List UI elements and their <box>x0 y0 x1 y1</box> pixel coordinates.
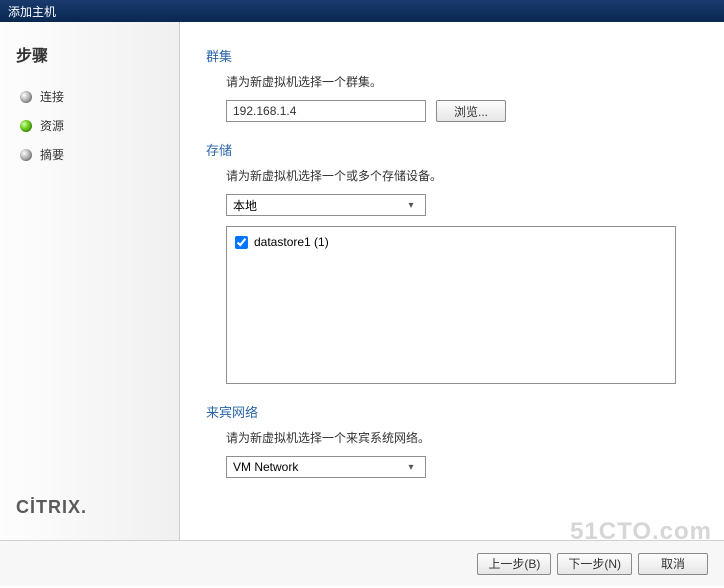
bullet-icon <box>20 149 32 161</box>
storage-dropdown[interactable]: 本地 ▾ <box>226 194 426 216</box>
cancel-button[interactable]: 取消 <box>638 553 708 575</box>
network-title: 来宾网络 <box>206 402 698 421</box>
back-button[interactable]: 上一步(B) <box>477 553 551 575</box>
browse-button[interactable]: 浏览... <box>436 100 506 122</box>
titlebar: 添加主机 <box>0 0 724 22</box>
storage-list: datastore1 (1) <box>226 226 676 384</box>
step-connection[interactable]: 连接 <box>16 84 163 109</box>
storage-item[interactable]: datastore1 (1) <box>235 233 667 251</box>
storage-checkbox[interactable] <box>235 236 248 249</box>
cluster-title: 群集 <box>206 46 698 65</box>
next-button[interactable]: 下一步(N) <box>557 553 632 575</box>
step-label: 摘要 <box>40 146 64 163</box>
cluster-value: 192.168.1.4 <box>233 104 296 118</box>
cluster-desc: 请为新虚拟机选择一个群集。 <box>226 73 698 90</box>
step-label: 资源 <box>40 117 64 134</box>
storage-desc: 请为新虚拟机选择一个或多个存储设备。 <box>226 167 698 184</box>
sidebar-heading: 步骤 <box>16 42 163 66</box>
content-panel: 群集 请为新虚拟机选择一个群集。 192.168.1.4 浏览... 存储 请为… <box>180 22 724 540</box>
network-dropdown[interactable]: VM Network ▾ <box>226 456 426 478</box>
network-desc: 请为新虚拟机选择一个来宾系统网络。 <box>226 429 698 446</box>
cluster-input[interactable]: 192.168.1.4 <box>226 100 426 122</box>
step-resources[interactable]: 资源 <box>16 113 163 138</box>
chevron-down-icon: ▾ <box>403 462 419 473</box>
sidebar: 步骤 连接 资源 摘要 CİTRIX. <box>0 22 180 540</box>
storage-selected: 本地 <box>233 197 257 214</box>
citrix-logo: CİTRIX. <box>16 497 163 520</box>
bullet-icon <box>20 120 32 132</box>
chevron-down-icon: ▾ <box>403 200 419 211</box>
main-area: 步骤 连接 资源 摘要 CİTRIX. 群集 请为新虚拟机选择一个群集。 192… <box>0 22 724 540</box>
step-label: 连接 <box>40 88 64 105</box>
bullet-icon <box>20 91 32 103</box>
network-selected: VM Network <box>233 460 298 474</box>
storage-item-label: datastore1 (1) <box>254 235 329 249</box>
step-summary[interactable]: 摘要 <box>16 142 163 167</box>
window-title: 添加主机 <box>8 3 56 20</box>
footer-bar: 上一步(B) 下一步(N) 取消 <box>0 540 724 586</box>
storage-title: 存储 <box>206 140 698 159</box>
